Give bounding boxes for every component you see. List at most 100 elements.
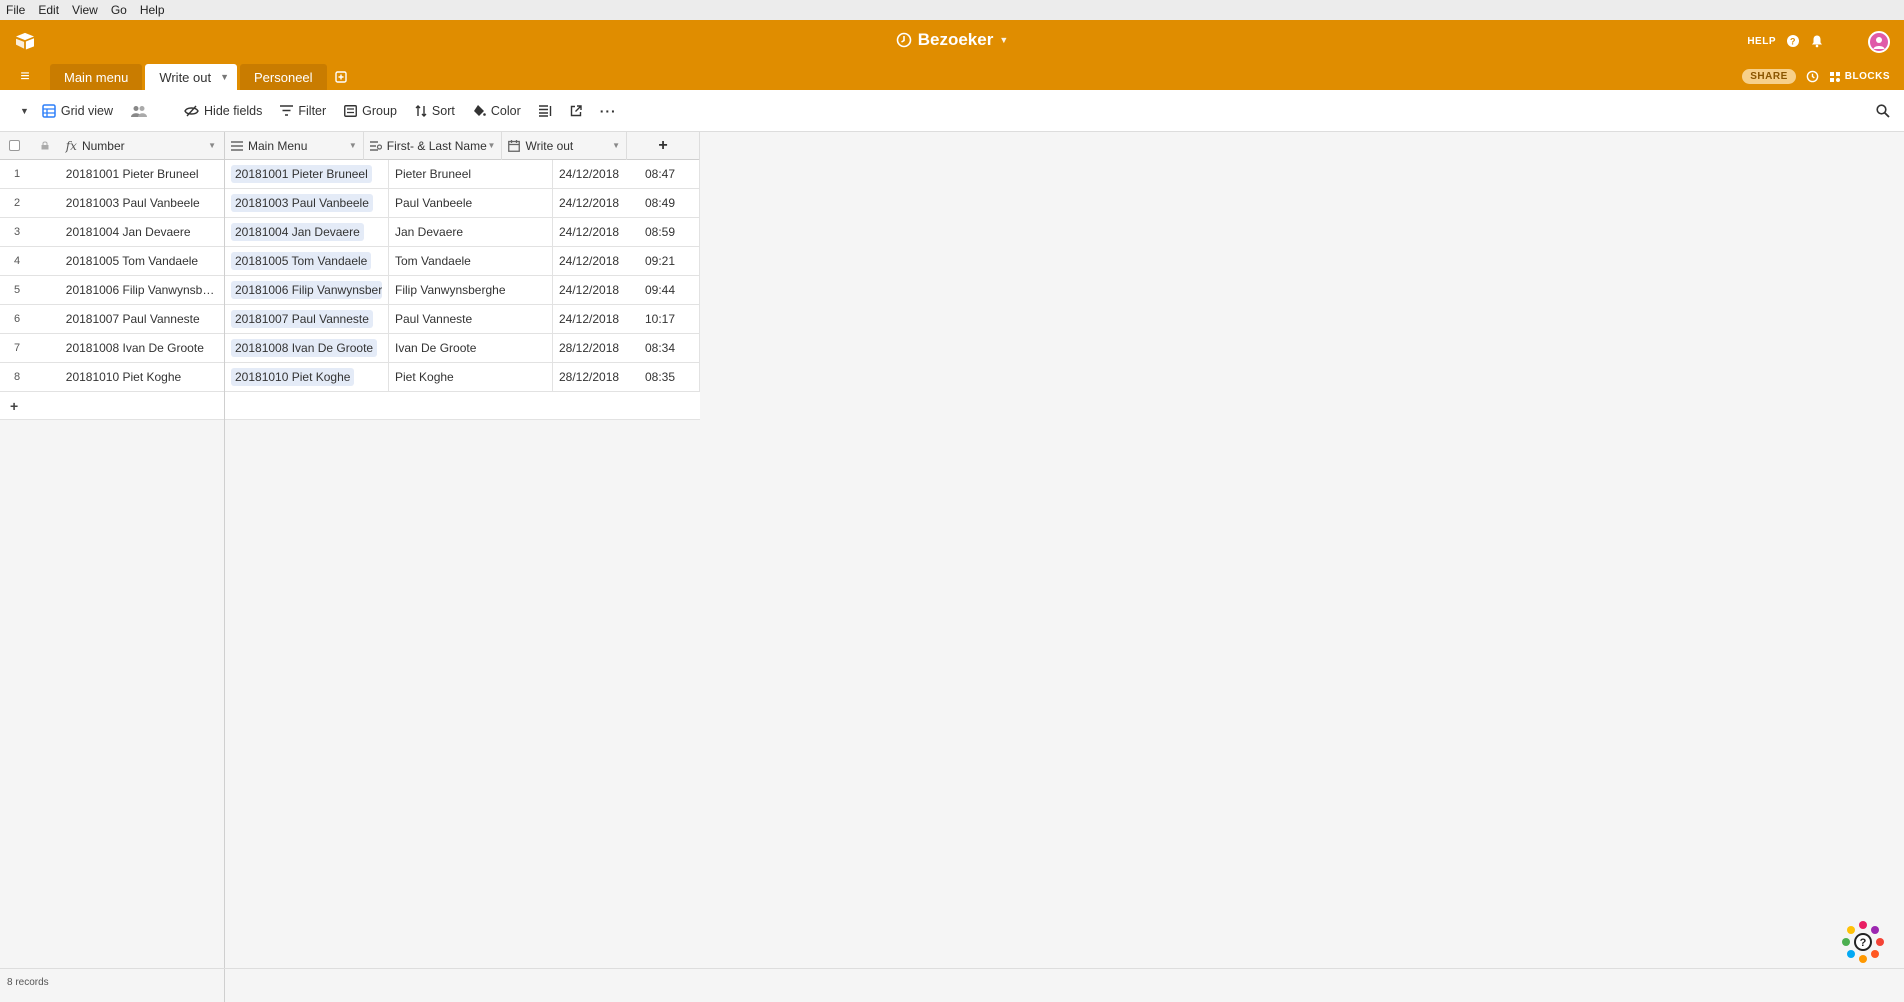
share-button[interactable]: SHARE [1742,69,1796,84]
user-avatar[interactable] [1868,31,1890,53]
more-options-button[interactable]: ··· [591,90,626,132]
table-row[interactable]: 7 20181008 Ivan De Groote [0,334,224,363]
blocks-button[interactable]: BLOCKS [1829,71,1890,83]
linked-record-chip[interactable]: 20181001 Pieter Bruneel [231,165,372,183]
history-icon[interactable] [1806,70,1819,83]
table-row[interactable]: 20181008 Ivan De Groote Ivan De Groote 28/… [225,333,700,363]
help-widget-icon[interactable]: ? [1838,917,1888,967]
column-header-number[interactable]: 𝑓x Number ▼ [60,139,224,153]
add-field-button[interactable]: + [627,131,700,160]
main-menu-cell[interactable]: 20181006 Filip Vanwynsbergh [225,275,389,305]
table-row[interactable]: 6 20181007 Paul Vanneste [0,305,224,334]
name-cell[interactable]: Paul Vanneste [389,304,553,334]
write-out-cell[interactable]: 24/12/2018 09:44 [553,275,700,305]
table-row[interactable]: 4 20181005 Tom Vandaele [0,247,224,276]
add-record-button[interactable]: + [0,392,224,420]
hamburger-menu-icon[interactable]: ≡ [0,64,50,90]
tab-main-menu[interactable]: Main menu [50,64,143,90]
name-cell[interactable]: Tom Vandaele [389,246,553,276]
number-cell[interactable]: 20181008 Ivan De Groote [60,341,224,355]
menu-edit[interactable]: Edit [32,0,66,20]
number-cell[interactable]: 20181006 Filip Vanwynsber... [60,283,224,297]
filter-button[interactable]: Filter [271,90,335,132]
main-menu-cell[interactable]: 20181004 Jan Devaere [225,217,389,247]
views-sidebar-toggle[interactable]: ▼ [0,90,33,132]
main-menu-cell[interactable]: 20181003 Paul Vanbeele [225,188,389,218]
add-record-row[interactable] [225,392,700,420]
name-cell[interactable]: Filip Vanwynsberghe [389,275,553,305]
write-out-cell[interactable]: 24/12/2018 09:21 [553,246,700,276]
sort-button[interactable]: Sort [406,90,464,132]
linked-record-chip[interactable]: 20181003 Paul Vanbeele [231,194,373,212]
table-row[interactable]: 20181010 Piet Koghe Piet Koghe 28/12/2018 0… [225,362,700,392]
chevron-down-icon[interactable]: ▼ [220,72,229,82]
row-height-button[interactable] [530,90,561,132]
table-row[interactable]: 3 20181004 Jan Devaere [0,218,224,247]
number-cell[interactable]: 20181003 Paul Vanbeele [60,196,224,210]
number-cell[interactable]: 20181005 Tom Vandaele [60,254,224,268]
tab-personeel[interactable]: Personeel [240,64,327,90]
linked-record-chip[interactable]: 20181006 Filip Vanwynsbergh [231,281,382,299]
chevron-down-icon[interactable]: ▼ [349,141,357,150]
name-cell[interactable]: Piet Koghe [389,362,553,392]
write-out-cell[interactable]: 24/12/2018 08:47 [553,159,700,189]
linked-record-chip[interactable]: 20181004 Jan Devaere [231,223,364,241]
hide-fields-button[interactable]: Hide fields [175,90,271,132]
checkbox[interactable] [9,140,21,151]
column-header-write-out[interactable]: Write out ▼ [502,131,628,160]
share-view-button[interactable] [561,90,591,132]
help-circle-icon[interactable]: ? [1786,34,1800,48]
table-row[interactable]: 8 20181010 Piet Koghe [0,363,224,392]
main-menu-cell[interactable]: 20181008 Ivan De Groote [225,333,389,363]
name-cell[interactable]: Ivan De Groote [389,333,553,363]
chevron-down-icon[interactable]: ▼ [488,141,496,150]
name-cell[interactable]: Paul Vanbeele [389,188,553,218]
table-row[interactable]: 20181004 Jan Devaere Jan Devaere 24/12/201… [225,217,700,247]
table-row[interactable]: 20181005 Tom Vandaele Tom Vandaele 24/12/2… [225,246,700,276]
linked-record-chip[interactable]: 20181010 Piet Koghe [231,368,355,386]
name-cell[interactable]: Pieter Bruneel [389,159,553,189]
number-cell[interactable]: 20181007 Paul Vanneste [60,312,224,326]
color-button[interactable]: Color [464,90,530,132]
linked-record-chip[interactable]: 20181007 Paul Vanneste [231,310,373,328]
menu-go[interactable]: Go [105,0,134,20]
help-link[interactable]: HELP [1747,36,1776,47]
write-out-cell[interactable]: 28/12/2018 08:34 [553,333,700,363]
add-table-button[interactable] [330,64,352,90]
bell-icon[interactable] [1810,34,1824,48]
column-header-name[interactable]: First- & Last Name ▼ [364,131,503,160]
number-cell[interactable]: 20181004 Jan Devaere [60,225,224,239]
name-cell[interactable]: Jan Devaere [389,217,553,247]
chevron-down-icon[interactable]: ▼ [612,141,620,150]
tab-write-out[interactable]: Write out ▼ [145,64,238,90]
search-button[interactable] [1867,90,1904,132]
write-out-cell[interactable]: 24/12/2018 08:59 [553,217,700,247]
linked-record-chip[interactable]: 20181008 Ivan De Groote [231,339,378,357]
write-out-cell[interactable]: 24/12/2018 08:49 [553,188,700,218]
main-menu-cell[interactable]: 20181005 Tom Vandaele [225,246,389,276]
table-row[interactable]: 2 20181003 Paul Vanbeele [0,189,224,218]
main-menu-cell[interactable]: 20181001 Pieter Bruneel [225,159,389,189]
menu-help[interactable]: Help [134,0,172,20]
view-switcher[interactable]: Grid view [33,90,122,132]
menu-view[interactable]: View [66,0,105,20]
group-button[interactable]: Group [335,90,406,132]
table-row[interactable]: 20181006 Filip Vanwynsbergh Filip Vanwyns… [225,275,700,305]
table-row[interactable]: 20181003 Paul Vanbeele Paul Vanbeele 24/12… [225,188,700,218]
number-cell[interactable]: 20181010 Piet Koghe [60,370,224,384]
table-row[interactable]: 20181001 Pieter Bruneel Pieter Bruneel 24/… [225,159,700,189]
main-menu-cell[interactable]: 20181010 Piet Koghe [225,362,389,392]
table-row[interactable]: 20181007 Paul Vanneste Paul Vanneste 24/12… [225,304,700,334]
base-title-area[interactable]: Bezoeker ▼ [0,30,1904,50]
select-all-checkbox[interactable] [0,140,30,151]
main-menu-cell[interactable]: 20181007 Paul Vanneste [225,304,389,334]
chevron-down-icon[interactable]: ▼ [208,141,216,150]
menu-file[interactable]: File [0,0,32,20]
number-cell[interactable]: 20181001 Pieter Bruneel [60,167,224,181]
collaborators-button[interactable] [122,90,175,132]
linked-record-chip[interactable]: 20181005 Tom Vandaele [231,252,372,270]
table-row[interactable]: 5 20181006 Filip Vanwynsber... [0,276,224,305]
write-out-cell[interactable]: 24/12/2018 10:17 [553,304,700,334]
table-row[interactable]: 1 20181001 Pieter Bruneel [0,160,224,189]
write-out-cell[interactable]: 28/12/2018 08:35 [553,362,700,392]
